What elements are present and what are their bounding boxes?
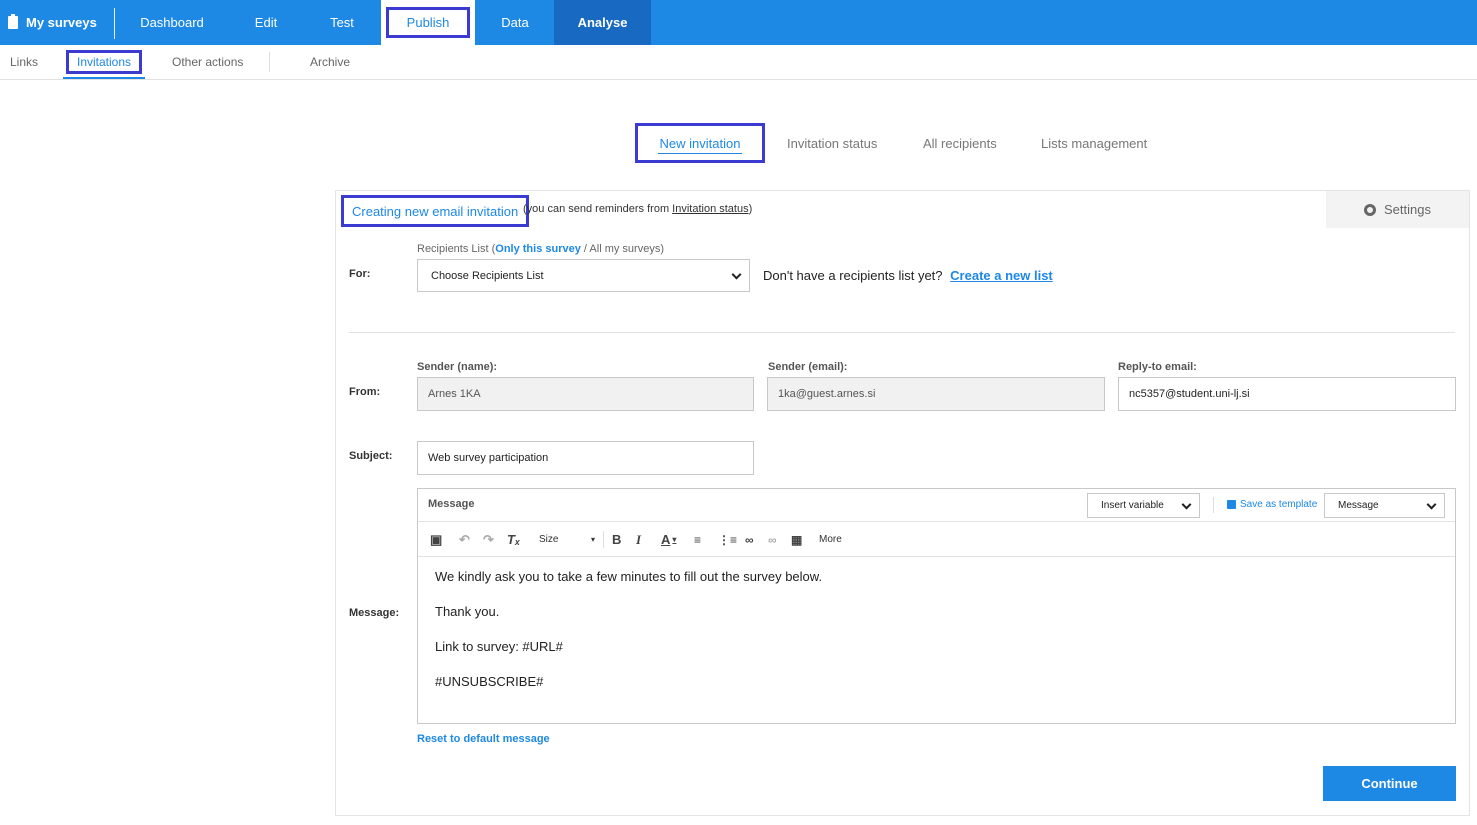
chevron-down-icon [1181, 499, 1192, 510]
bulleted-list-icon[interactable]: ⋮≡ [718, 522, 737, 557]
editor-toolbar: ▣ ↶ ↷ Tₓ Size ▾ B I A ▾ ≡ ⋮≡ ∞ ∞ ▦ More [418, 522, 1455, 557]
undo-icon[interactable]: ↶ [459, 522, 470, 557]
font-size-label: Size [539, 534, 559, 545]
insert-variable-value: Insert variable [1101, 500, 1164, 511]
insert-variable-select[interactable]: Insert variable [1087, 493, 1200, 518]
template-select-value: Message [1338, 500, 1379, 511]
floppy-disk-icon [1227, 500, 1236, 509]
sender-email-label: Sender (email): [768, 361, 848, 373]
reset-default-message-link[interactable]: Reset to default message [417, 733, 550, 745]
more-button[interactable]: More [819, 522, 842, 557]
my-surveys-link[interactable]: My surveys [8, 0, 97, 45]
nav-dashboard[interactable]: Dashboard [124, 0, 220, 45]
recipients-caption-prefix: Recipients List ( [417, 243, 496, 255]
tab-all-recipients[interactable]: All recipients [923, 123, 997, 163]
text-color-icon[interactable]: A ▾ [661, 522, 676, 557]
tab-new-invitation[interactable]: New invitation [635, 123, 765, 163]
numbered-list-icon[interactable]: ≡ [694, 522, 701, 557]
message-line-1: We kindly ask you to take a few minutes … [435, 569, 823, 584]
redo-icon[interactable]: ↷ [483, 522, 494, 557]
clipboard-icon [8, 14, 18, 29]
source-icon[interactable]: ▣ [430, 522, 442, 557]
nav-publish-label: Publish [386, 7, 470, 38]
my-surveys-label: My surveys [26, 15, 97, 30]
panel-note: (you can send reminders from Invitation … [523, 203, 752, 215]
for-label: For: [349, 268, 371, 280]
font-size-select[interactable]: Size ▾ [539, 522, 595, 557]
save-as-template-label: Save as template [1240, 499, 1318, 510]
recipients-caption-suffix: / All my surveys) [580, 243, 664, 255]
panel-note-prefix: (you can send reminders from [523, 203, 673, 215]
subnav-archive[interactable]: Archive [310, 45, 350, 79]
tab-invitation-status[interactable]: Invitation status [787, 123, 877, 163]
sender-name-field: Arnes 1KA [417, 377, 754, 411]
sender-name-label: Sender (name): [417, 361, 498, 373]
subnav-invitations-label: Invitations [66, 50, 143, 74]
tab-active-underline [658, 153, 742, 154]
nav-data[interactable]: Data [476, 0, 554, 45]
link-icon[interactable]: ∞ [745, 522, 754, 557]
subnav-separator [269, 52, 270, 72]
subject-label: Subject: [349, 450, 393, 462]
from-label: From: [349, 386, 381, 398]
unlink-icon[interactable]: ∞ [768, 522, 777, 557]
subnav-other-actions[interactable]: Other actions [172, 45, 243, 79]
italic-icon[interactable]: I [636, 522, 641, 557]
bold-icon[interactable]: B [612, 522, 621, 557]
reply-to-label: Reply-to email: [1118, 361, 1197, 373]
chevron-down-icon [1426, 499, 1437, 510]
nav-publish[interactable]: Publish [381, 0, 475, 45]
no-list-text: Don't have a recipients list yet? Create… [763, 268, 1053, 283]
message-label: Message: [349, 607, 400, 619]
save-as-template-button[interactable]: Save as template [1227, 499, 1317, 510]
top-navbar: My surveys Dashboard Edit Test Publish D… [0, 0, 1477, 45]
gear-icon [1364, 203, 1376, 216]
editor-header-label: Message [428, 498, 475, 510]
continue-button[interactable]: Continue [1323, 766, 1456, 801]
message-body[interactable]: We kindly ask you to take a few minutes … [435, 569, 822, 709]
message-line-2: Thank you. [435, 604, 500, 619]
dropdown-arrow-icon: ▾ [590, 535, 595, 544]
message-line-3: Link to survey: #URL# [435, 639, 563, 654]
toolbar-separator [603, 531, 604, 548]
subnav-active-underline [63, 77, 145, 79]
subnav-invitations[interactable]: Invitations [66, 45, 143, 79]
message-editor: Message Insert variable Save as template… [417, 488, 1456, 724]
nav-test[interactable]: Test [306, 0, 378, 45]
sender-email-field: 1ka@guest.arnes.si [767, 377, 1105, 411]
section-divider [349, 332, 1455, 333]
recipients-list-select[interactable]: Choose Recipients List [417, 259, 750, 292]
recipients-list-caption: Recipients List (Only this survey / All … [417, 243, 664, 255]
only-this-survey-option[interactable]: Only this survey [495, 243, 581, 255]
template-select[interactable]: Message [1324, 493, 1445, 518]
editor-header: Message Insert variable Save as template… [418, 489, 1455, 522]
image-icon[interactable]: ▦ [791, 522, 802, 557]
subnav-links[interactable]: Links [10, 45, 38, 79]
panel-note-suffix: ) [748, 203, 753, 215]
nav-edit[interactable]: Edit [230, 0, 302, 45]
clear-format-icon[interactable]: Tₓ [507, 522, 520, 557]
no-list-question: Don't have a recipients list yet? [763, 268, 943, 283]
reply-to-field[interactable]: nc5357@student.uni-lj.si [1118, 377, 1456, 411]
tab-lists-management[interactable]: Lists management [1041, 123, 1147, 163]
recipients-list-value: Choose Recipients List [431, 269, 544, 282]
sub-navbar: Links Invitations Other actions Archive [0, 45, 1477, 80]
message-line-4: #UNSUBSCRIBE# [435, 674, 544, 689]
create-new-list-link[interactable]: Create a new list [950, 268, 1053, 283]
settings-button[interactable]: Settings [1326, 191, 1469, 228]
panel-title: Creating new email invitation [341, 195, 530, 227]
settings-label: Settings [1384, 202, 1431, 217]
header-separator [1213, 497, 1214, 513]
nav-analyse[interactable]: Analyse [554, 0, 651, 45]
nav-divider [114, 8, 115, 39]
invitation-status-link[interactable]: Invitation status [672, 203, 748, 215]
tab-new-invitation-label: New invitation [659, 135, 741, 151]
chevron-down-icon [731, 269, 742, 280]
subject-field[interactable]: Web survey participation [417, 441, 754, 475]
